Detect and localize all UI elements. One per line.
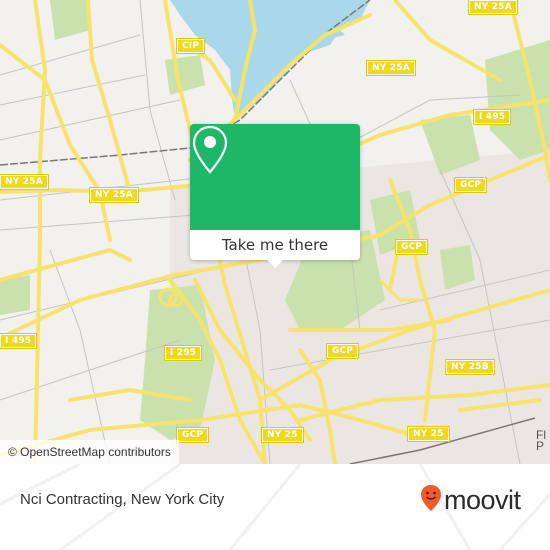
map-attribution[interactable]: © OpenStreetMap contributors [0,440,179,464]
road-shield-ny25a: NY 25A [0,174,49,190]
road-shield-gcp: GCP [325,343,360,359]
place-label-fragment: Fl P [536,428,546,453]
road-shield-ny25b: NY 25B [445,359,495,375]
road-shield-gcp: GCP [453,177,488,193]
popup-pointer [267,260,283,268]
road-shield-i495: I 495 [0,333,38,349]
popup-header [190,124,360,234]
road-shield-ny25a: NY 25A [366,60,416,76]
road-shield-cip: CIP [175,38,206,54]
road-shield-ny25a: NY 25A [89,187,139,203]
map[interactable]: CIP NY 25A NY 25A NY 25A NY 25A I 495 GC… [0,0,550,464]
road-shield-ny25: NY 25 [261,427,304,443]
park [0,275,30,315]
road-shield-ny25a: NY 25A [468,0,518,15]
road-shield-i495: I 495 [472,109,512,125]
footer: Nci Contracting, New York City moovit [0,464,550,550]
take-me-there-button[interactable]: Take me there [190,230,360,260]
moovit-smiley-pin-icon [420,484,442,516]
location-popup[interactable]: Take me there [190,124,360,268]
road-shield-ny25: NY 25 [407,426,450,442]
road-shield-i295: I 295 [163,345,203,361]
road-shield-gcp: GCP [394,239,429,255]
moovit-logo[interactable]: moovit [420,484,521,516]
place-name: Nci Contracting, New York City [20,491,225,508]
moovit-wordmark: moovit [444,484,521,515]
road-shield-gcp: GCP [175,427,210,443]
